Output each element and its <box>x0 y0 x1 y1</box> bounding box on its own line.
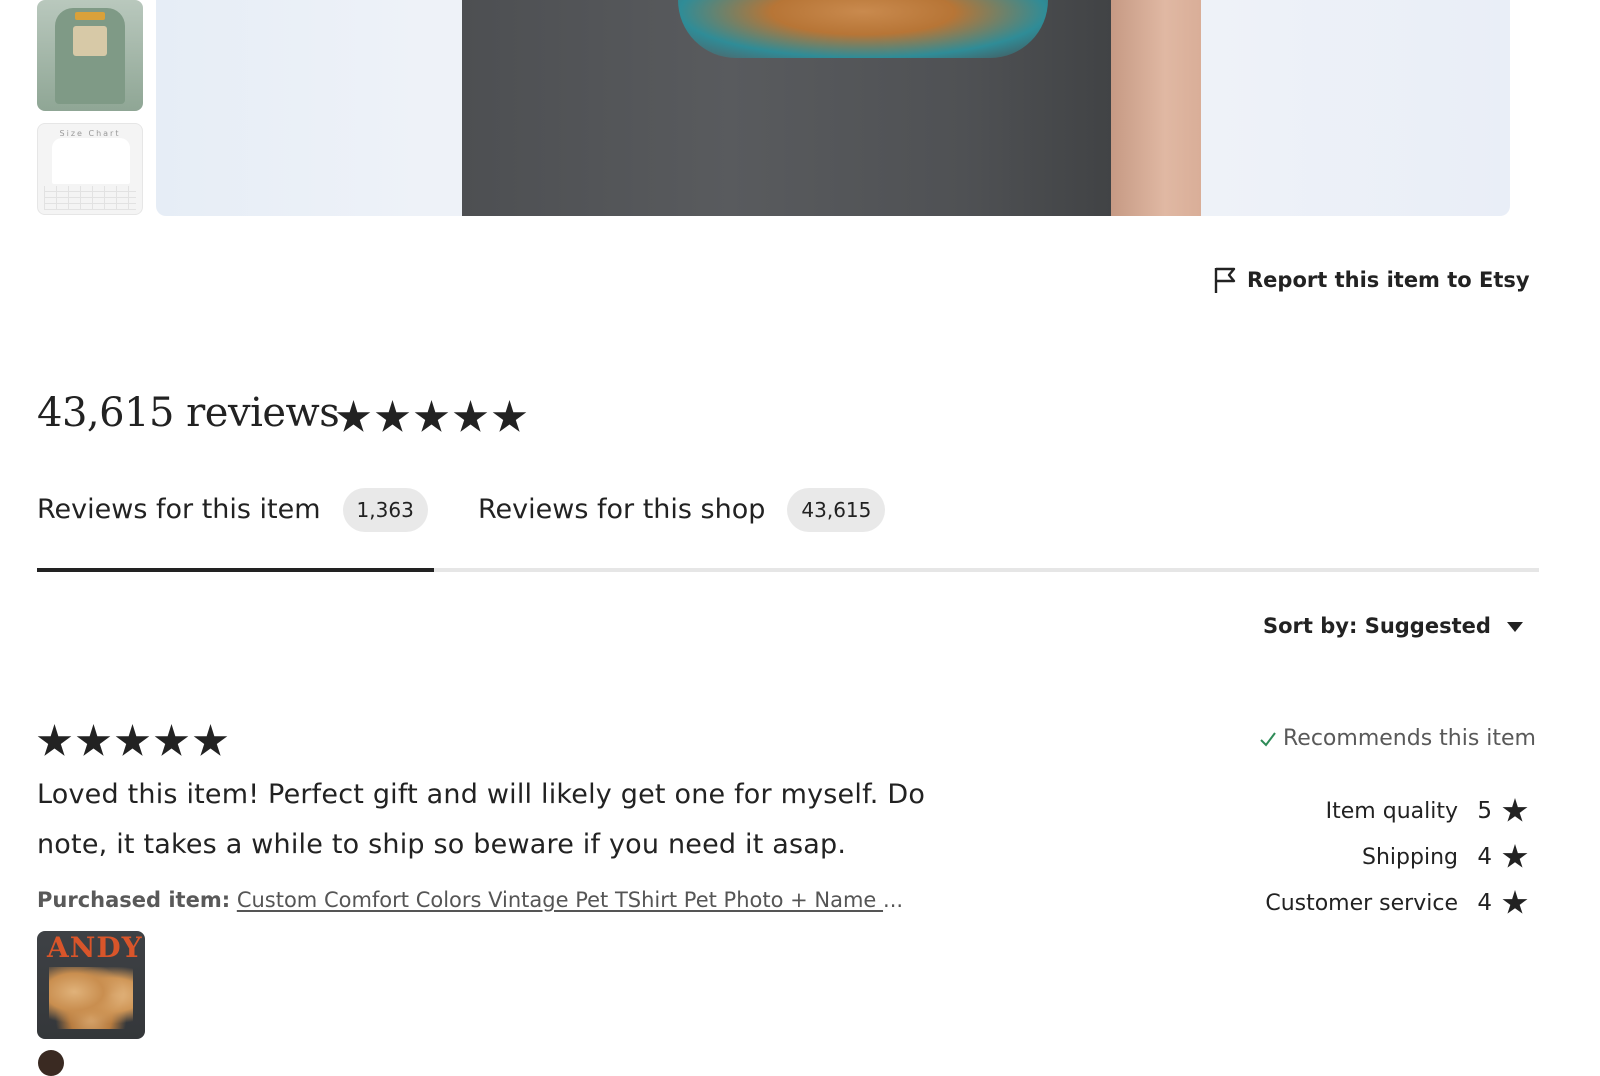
rating-row-shipping: Shipping 4 <box>1265 834 1528 880</box>
thumbnail-print-photo <box>73 26 107 56</box>
star-icon <box>375 400 410 432</box>
tab-label: Reviews for this item <box>37 494 321 525</box>
caret-down-icon <box>1506 622 1523 632</box>
rating-label: Shipping <box>1362 844 1458 870</box>
review-rating-stars <box>37 724 228 759</box>
star-icon <box>37 724 72 756</box>
star-icon <box>336 400 371 432</box>
star-icon <box>1502 844 1528 868</box>
tab-label: Reviews for this shop <box>478 494 766 525</box>
reviews-tabs: Reviews for this item 1,363 Reviews for … <box>37 486 1539 572</box>
thumbnail-print-text <box>75 12 105 20</box>
rating-breakdown: Item quality 5 Shipping 4 Customer servi… <box>1265 788 1528 926</box>
star-icon <box>154 724 189 756</box>
star-icon <box>1502 798 1528 822</box>
tab-reviews-for-shop[interactable]: Reviews for this shop 43,615 <box>478 486 886 570</box>
recommends-badge: Recommends this item <box>1259 726 1536 751</box>
rating-label: Customer service <box>1265 890 1458 916</box>
purchased-item: Purchased item: Custom Comfort Colors Vi… <box>37 888 903 912</box>
flag-icon <box>1214 267 1236 293</box>
purchased-item-ellipsis: ... <box>883 888 904 912</box>
star-icon <box>414 400 449 432</box>
main-product-image[interactable] <box>156 0 1510 216</box>
review-photo-print-name: ANDY <box>47 931 143 964</box>
report-item-label: Report this item to Etsy <box>1247 268 1530 292</box>
gallery-thumbnail-size-chart[interactable]: Size Chart <box>37 123 143 215</box>
size-chart-table <box>44 186 136 210</box>
star-icon <box>453 400 488 432</box>
avatar[interactable] <box>38 1050 64 1076</box>
thumbnail-shirt-image <box>55 8 125 104</box>
rating-value: 4 <box>1477 844 1492 870</box>
star-icon <box>115 724 150 756</box>
size-chart-shirt-image <box>52 138 130 184</box>
shop-rating-stars <box>336 400 527 435</box>
reviews-count-heading: 43,615 reviews <box>37 390 340 436</box>
tab-count-badge: 1,363 <box>342 488 428 532</box>
rating-row-customer-service: Customer service 4 <box>1265 880 1528 926</box>
rating-row-item-quality: Item quality 5 <box>1265 788 1528 834</box>
purchased-item-label: Purchased item: <box>37 888 231 912</box>
star-icon <box>492 400 527 432</box>
purchased-item-link[interactable]: Custom Comfort Colors Vintage Pet TShirt… <box>237 888 883 912</box>
star-icon <box>193 724 228 756</box>
sort-label: Sort by: Suggested <box>1263 614 1491 638</box>
size-chart-caption: Size Chart <box>59 129 121 138</box>
review-photo[interactable]: ANDY <box>37 931 145 1039</box>
tab-reviews-for-item[interactable]: Reviews for this item 1,363 <box>37 486 428 570</box>
tab-active-indicator <box>37 568 434 572</box>
rating-value: 4 <box>1477 890 1492 916</box>
product-print-graphic <box>678 0 1048 58</box>
review-text: Loved this item! Perfect gift and will l… <box>37 779 926 860</box>
rating-value: 5 <box>1477 798 1492 824</box>
review-photo-dogs <box>49 967 133 1029</box>
sort-dropdown[interactable]: Sort by: Suggested <box>1263 614 1523 638</box>
report-item-link[interactable]: Report this item to Etsy <box>1213 264 1530 296</box>
gallery-thumbnail-1[interactable] <box>37 0 143 111</box>
check-icon <box>1260 731 1276 747</box>
star-icon <box>1502 890 1528 914</box>
star-icon <box>76 724 111 756</box>
recommends-label: Recommends this item <box>1283 726 1536 751</box>
model-arm <box>1111 0 1201 216</box>
tab-count-badge: 43,615 <box>787 488 886 532</box>
rating-label: Item quality <box>1325 798 1458 824</box>
